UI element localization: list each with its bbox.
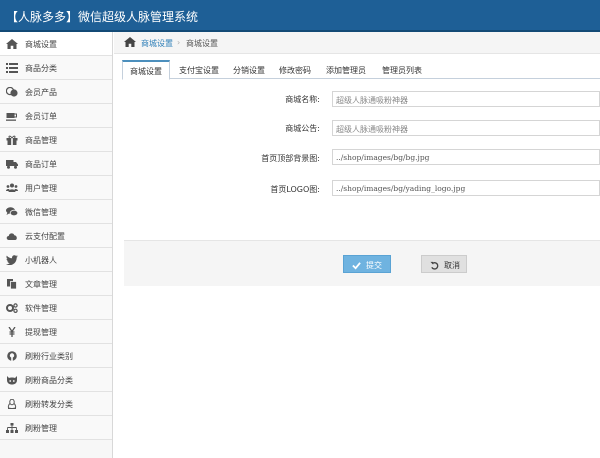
- home-icon: [6, 39, 18, 49]
- sidebar-item-product-orders[interactable]: 商品订单: [0, 152, 112, 176]
- breadcrumb: 商城设置 › 商城设置: [114, 32, 600, 54]
- tab-add-admin[interactable]: 添加管理员: [321, 60, 371, 79]
- check-icon: [352, 261, 361, 270]
- tab-admin-list[interactable]: 管理员列表: [377, 60, 427, 79]
- home-icon[interactable]: [124, 37, 136, 47]
- sidebar-item-member-orders[interactable]: 会员订单: [0, 104, 112, 128]
- coffee-icon: [6, 111, 18, 121]
- sitemap-icon: [6, 423, 18, 433]
- sidebar-item-product-category[interactable]: 商品分类: [0, 56, 112, 80]
- undo-icon: [430, 261, 439, 270]
- shop-notice-label: 商城公告:: [285, 124, 320, 133]
- sidebar-item-robot[interactable]: 小机器人: [0, 248, 112, 272]
- sidebar-item-product-management[interactable]: 商品管理: [0, 128, 112, 152]
- truck-icon: [6, 159, 18, 169]
- sidebar-item-user-management[interactable]: 用户管理: [0, 176, 112, 200]
- list-icon: [6, 63, 18, 73]
- tab-distribution-settings[interactable]: 分销设置: [228, 60, 270, 79]
- copy-icon: [6, 279, 18, 289]
- home-bg-input[interactable]: ../shop/images/bg/bg.jpg: [332, 149, 600, 165]
- breadcrumb-parent-link[interactable]: 商城设置: [141, 38, 173, 49]
- home-bg-label: 首页顶部背景图:: [261, 154, 320, 163]
- linux-icon: [6, 399, 18, 409]
- top-header: 【人脉多多】微信超级人脉管理系统: [0, 0, 600, 32]
- cancel-button[interactable]: 取消: [421, 255, 467, 273]
- gift-icon: [6, 135, 18, 145]
- sidebar-item-member-products[interactable]: 会员产品: [0, 80, 112, 104]
- cloud-icon: [6, 231, 18, 241]
- github-alt-icon: [6, 375, 18, 385]
- sidebar-item-fan-product-category[interactable]: 刷粉商品分类: [0, 368, 112, 392]
- breadcrumb-current: 商城设置: [186, 39, 218, 48]
- coins-icon: [6, 87, 18, 97]
- tab-alipay-settings[interactable]: 支付宝设置: [174, 60, 224, 79]
- sidebar-item-cloud-payment[interactable]: 云支付配置: [0, 224, 112, 248]
- shop-name-input[interactable]: 超级人脉通吸粉神器: [332, 91, 600, 107]
- sidebar-item-fan-management[interactable]: 刷粉管理: [0, 416, 112, 440]
- sidebar-item-fan-forward-category[interactable]: 刷粉转发分类: [0, 392, 112, 416]
- sidebar-item-shop-settings[interactable]: 商城设置: [0, 32, 112, 56]
- sidebar-item-software-management[interactable]: 软件管理: [0, 296, 112, 320]
- users-icon: [6, 183, 18, 193]
- form-actions: 提交 取消: [124, 240, 600, 286]
- home-logo-input[interactable]: ../shop/images/bg/yading_logo.jpg: [332, 180, 600, 196]
- comments-icon: [6, 207, 18, 217]
- sidebar-item-fan-industry-category[interactable]: 刷粉行业类别: [0, 344, 112, 368]
- tab-change-password[interactable]: 修改密码: [274, 60, 316, 79]
- app-title: 【人脉多多】微信超级人脉管理系统: [6, 10, 199, 24]
- sidebar: 商城设置 商品分类 会员产品 会员订单 商品管理 商品订单 用户管理 微信管理 …: [0, 32, 113, 458]
- submit-button[interactable]: 提交: [343, 255, 391, 273]
- sidebar-item-withdrawal-management[interactable]: 提现管理: [0, 320, 112, 344]
- settings-tabs: 商城设置 支付宝设置 分销设置 修改密码 添加管理员 管理员列表: [122, 60, 600, 80]
- shop-name-label: 商城名称:: [285, 95, 320, 104]
- tab-shop-settings[interactable]: 商城设置: [122, 60, 170, 80]
- home-logo-label: 首页LOGO图:: [270, 185, 320, 194]
- sidebar-item-article-management[interactable]: 文章管理: [0, 272, 112, 296]
- twitter-icon: [6, 255, 18, 265]
- cogs-icon: [6, 303, 18, 313]
- sidebar-item-wechat-management[interactable]: 微信管理: [0, 200, 112, 224]
- github-icon: [6, 351, 18, 361]
- yen-icon: [6, 327, 18, 337]
- shop-notice-input[interactable]: 超级人脉通吸粉神器: [332, 120, 600, 136]
- breadcrumb-separator: ›: [177, 38, 181, 47]
